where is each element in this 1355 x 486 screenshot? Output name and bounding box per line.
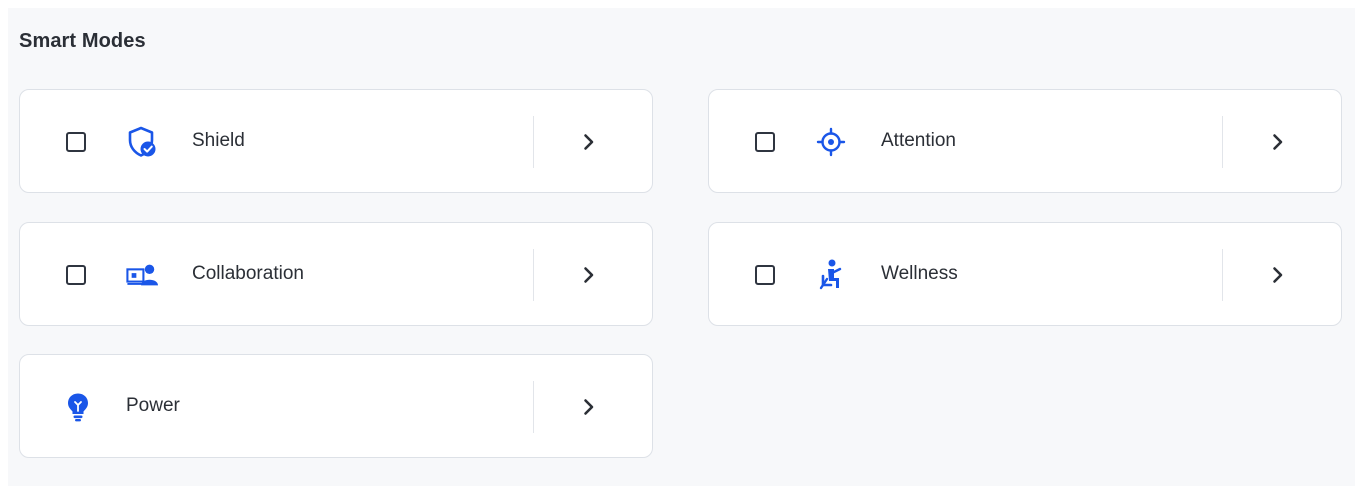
shield-check-icon	[126, 126, 158, 158]
lightbulb-icon	[62, 391, 94, 423]
mode-label-collaboration: Collaboration	[192, 263, 304, 284]
mode-label-attention: Attention	[881, 130, 956, 151]
chevron-right-icon[interactable]	[1265, 261, 1291, 289]
collaboration-checkbox[interactable]	[66, 265, 86, 285]
wellness-checkbox[interactable]	[755, 265, 775, 285]
divider	[533, 249, 534, 301]
mode-label-power: Power	[126, 395, 180, 416]
chevron-right-icon[interactable]	[1265, 128, 1291, 156]
divider	[1222, 116, 1223, 168]
divider	[1222, 249, 1223, 301]
screen-person-icon	[126, 259, 158, 291]
divider	[533, 116, 534, 168]
mode-card-attention[interactable]: Attention	[708, 89, 1342, 193]
mode-card-shield[interactable]: Shield	[19, 89, 653, 193]
chevron-right-icon[interactable]	[576, 261, 602, 289]
target-crosshair-icon	[815, 126, 847, 158]
divider	[533, 381, 534, 433]
shield-checkbox[interactable]	[66, 132, 86, 152]
chevron-right-icon[interactable]	[576, 128, 602, 156]
chevron-right-icon[interactable]	[576, 393, 602, 421]
mode-card-power[interactable]: Power	[19, 354, 653, 458]
mode-card-collaboration[interactable]: Collaboration	[19, 222, 653, 326]
mode-card-wellness[interactable]: Wellness	[708, 222, 1342, 326]
seated-person-icon	[815, 259, 847, 291]
section-title: Smart Modes	[19, 30, 146, 52]
mode-label-wellness: Wellness	[881, 263, 958, 284]
smart-modes-panel: Smart Modes Shield Attention Collaborati…	[8, 8, 1355, 486]
attention-checkbox[interactable]	[755, 132, 775, 152]
mode-label-shield: Shield	[192, 130, 245, 151]
